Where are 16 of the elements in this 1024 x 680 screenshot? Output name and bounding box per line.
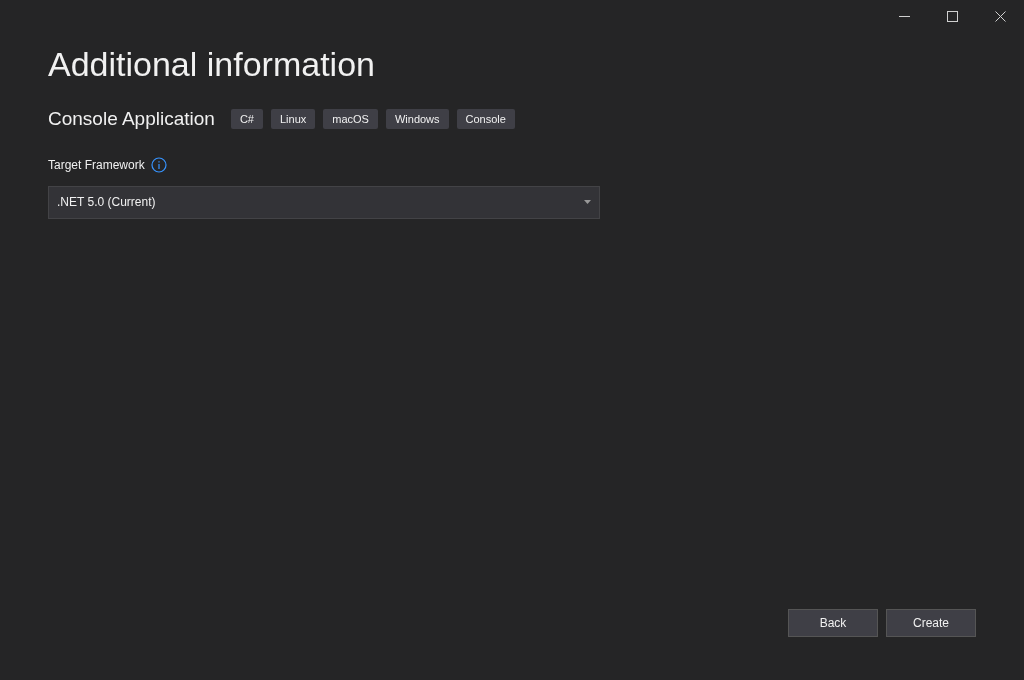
tag: macOS [323,109,378,130]
caret-icon [584,200,591,204]
minimize-icon [898,15,910,17]
template-name: Console Application [48,107,215,131]
field-label: Target Framework [48,156,145,174]
maximize-icon [946,10,958,22]
tag: Windows [385,109,449,130]
back-button[interactable]: Back [788,609,878,637]
close-icon [994,10,1006,22]
tag: Console [456,109,515,130]
framework-dropdown[interactable]: .NET 5.0 (Current) [48,185,600,219]
info-icon[interactable] [150,156,167,173]
page-title: Additional information [48,44,375,85]
tag: C# [230,109,263,130]
tag: Linux [270,109,316,130]
create-button[interactable]: Create [886,609,976,637]
